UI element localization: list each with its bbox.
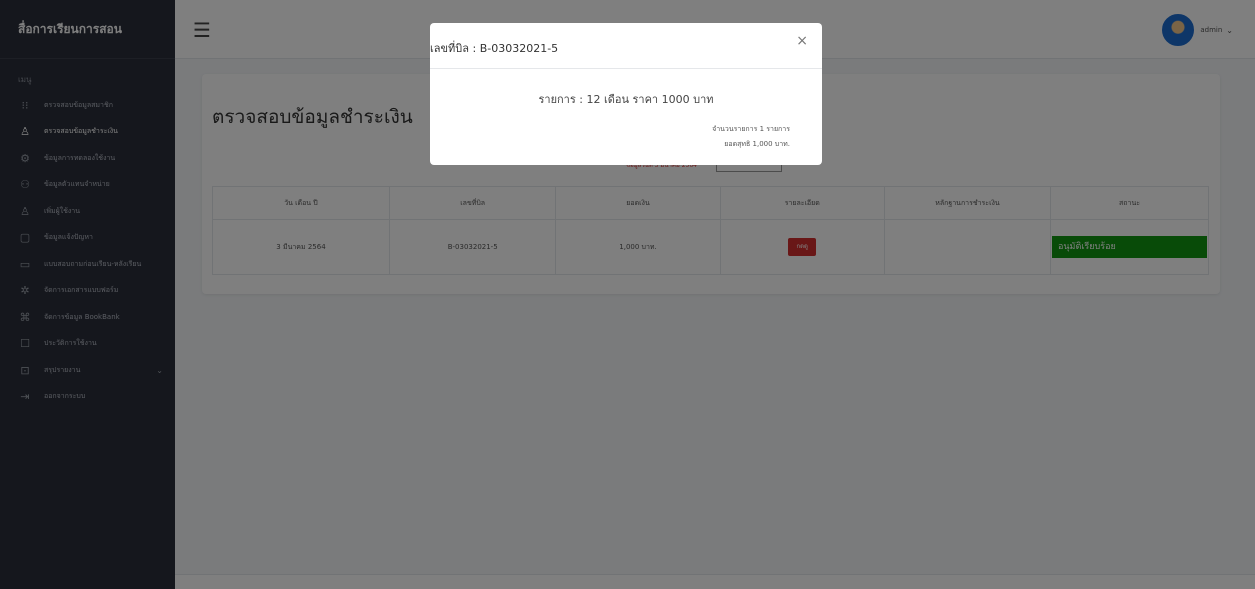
close-icon[interactable]: × xyxy=(796,33,808,49)
bill-modal: เลขที่บิล : B-03032021-5 × รายการ : 12 เ… xyxy=(430,23,822,165)
modal-header: เลขที่บิล : B-03032021-5 × xyxy=(430,23,822,69)
modal-title: เลขที่บิล : B-03032021-5 xyxy=(430,42,559,55)
modal-net-total: ยอดสุทธิ 1,000 บาท. xyxy=(724,140,790,148)
modal-item-line: รายการ : 12 เดือน ราคา 1000 บาท xyxy=(538,93,714,106)
modal-item-count: จำนวนรายการ 1 รายการ xyxy=(712,125,790,133)
